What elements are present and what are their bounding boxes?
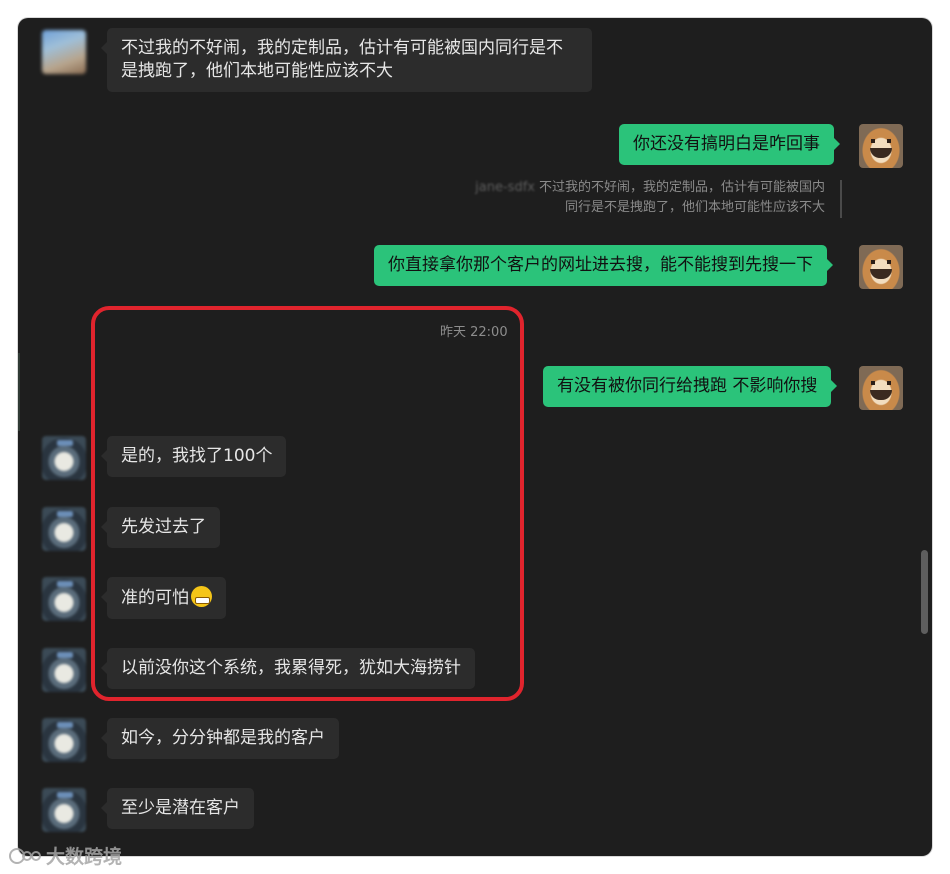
self-avatar[interactable] bbox=[859, 245, 903, 289]
incoming-message[interactable]: 准的可怕 bbox=[101, 577, 226, 619]
watermark-logo-icon bbox=[9, 847, 41, 864]
grinning-face-emoji-icon bbox=[191, 586, 212, 607]
message-text: 是的，我找了100个 bbox=[121, 446, 273, 466]
watermark-text: 大数跨境 bbox=[46, 846, 123, 868]
message-text: 以前没你这个系统，我累得死，犹如大海捞针 bbox=[121, 658, 461, 678]
chat-window: 不过我的不好闹，我的定制品，估计有可能被国内同行是不是拽跑了，他们本地可能性应该… bbox=[18, 18, 932, 856]
message-timestamp: 昨天 22:00 bbox=[440, 325, 508, 340]
self-avatar[interactable] bbox=[859, 124, 903, 168]
contact-avatar[interactable] bbox=[42, 30, 86, 74]
self-avatar[interactable] bbox=[859, 366, 903, 410]
outgoing-message[interactable]: 有没有被你同行给拽跑 不影响你搜 bbox=[543, 366, 838, 407]
quoted-text: 不过我的不好闹，我的定制品，估计有可能被国内同行是不是拽跑了，他们本地可能性应该… bbox=[538, 180, 825, 215]
quoted-sender: jane-sdfx bbox=[475, 180, 535, 195]
quoted-message[interactable]: jane-sdfx 不过我的不好闹，我的定制品，估计有可能被国内同行是不是拽跑了，… bbox=[473, 178, 825, 218]
incoming-message[interactable]: 如今，分分钟都是我的客户 bbox=[101, 718, 339, 759]
message-text: 准的可怕 bbox=[121, 588, 189, 608]
outgoing-message[interactable]: 你还没有搞明白是咋回事 bbox=[619, 124, 840, 165]
message-text: 你还没有搞明白是咋回事 bbox=[633, 134, 820, 154]
message-text: 有没有被你同行给拽跑 不影响你搜 bbox=[557, 376, 818, 396]
incoming-message[interactable]: 不过我的不好闹，我的定制品，估计有可能被国内同行是不是拽跑了，他们本地可能性应该… bbox=[101, 28, 592, 92]
incoming-message[interactable]: 至少是潜在客户 bbox=[101, 788, 254, 829]
incoming-message[interactable]: 是的，我找了100个 bbox=[100, 436, 287, 477]
contact-avatar[interactable] bbox=[42, 788, 86, 832]
incoming-message[interactable]: 先发过去了 bbox=[101, 507, 220, 548]
message-text: 如今，分分钟都是我的客户 bbox=[121, 728, 325, 748]
panel-edge bbox=[18, 353, 20, 431]
contact-avatar[interactable] bbox=[42, 718, 86, 762]
contact-avatar[interactable] bbox=[42, 507, 86, 551]
contact-avatar[interactable] bbox=[42, 436, 86, 480]
outgoing-message[interactable]: 你直接拿你那个客户的网址进去搜，能不能搜到先搜一下 bbox=[374, 245, 833, 286]
message-text: 不过我的不好闹，我的定制品，估计有可能被国内同行是不是拽跑了，他们本地可能性应该… bbox=[121, 38, 563, 81]
contact-avatar[interactable] bbox=[42, 648, 86, 692]
message-text: 先发过去了 bbox=[121, 517, 206, 537]
chat-scrollbar[interactable] bbox=[921, 550, 928, 634]
incoming-message[interactable]: 以前没你这个系统，我累得死，犹如大海捞针 bbox=[101, 648, 475, 689]
contact-avatar[interactable] bbox=[42, 577, 86, 621]
watermark: 大数跨境 bbox=[8, 842, 122, 869]
quote-divider bbox=[840, 180, 842, 218]
message-text: 至少是潜在客户 bbox=[121, 798, 240, 818]
message-text: 你直接拿你那个客户的网址进去搜，能不能搜到先搜一下 bbox=[388, 255, 813, 275]
